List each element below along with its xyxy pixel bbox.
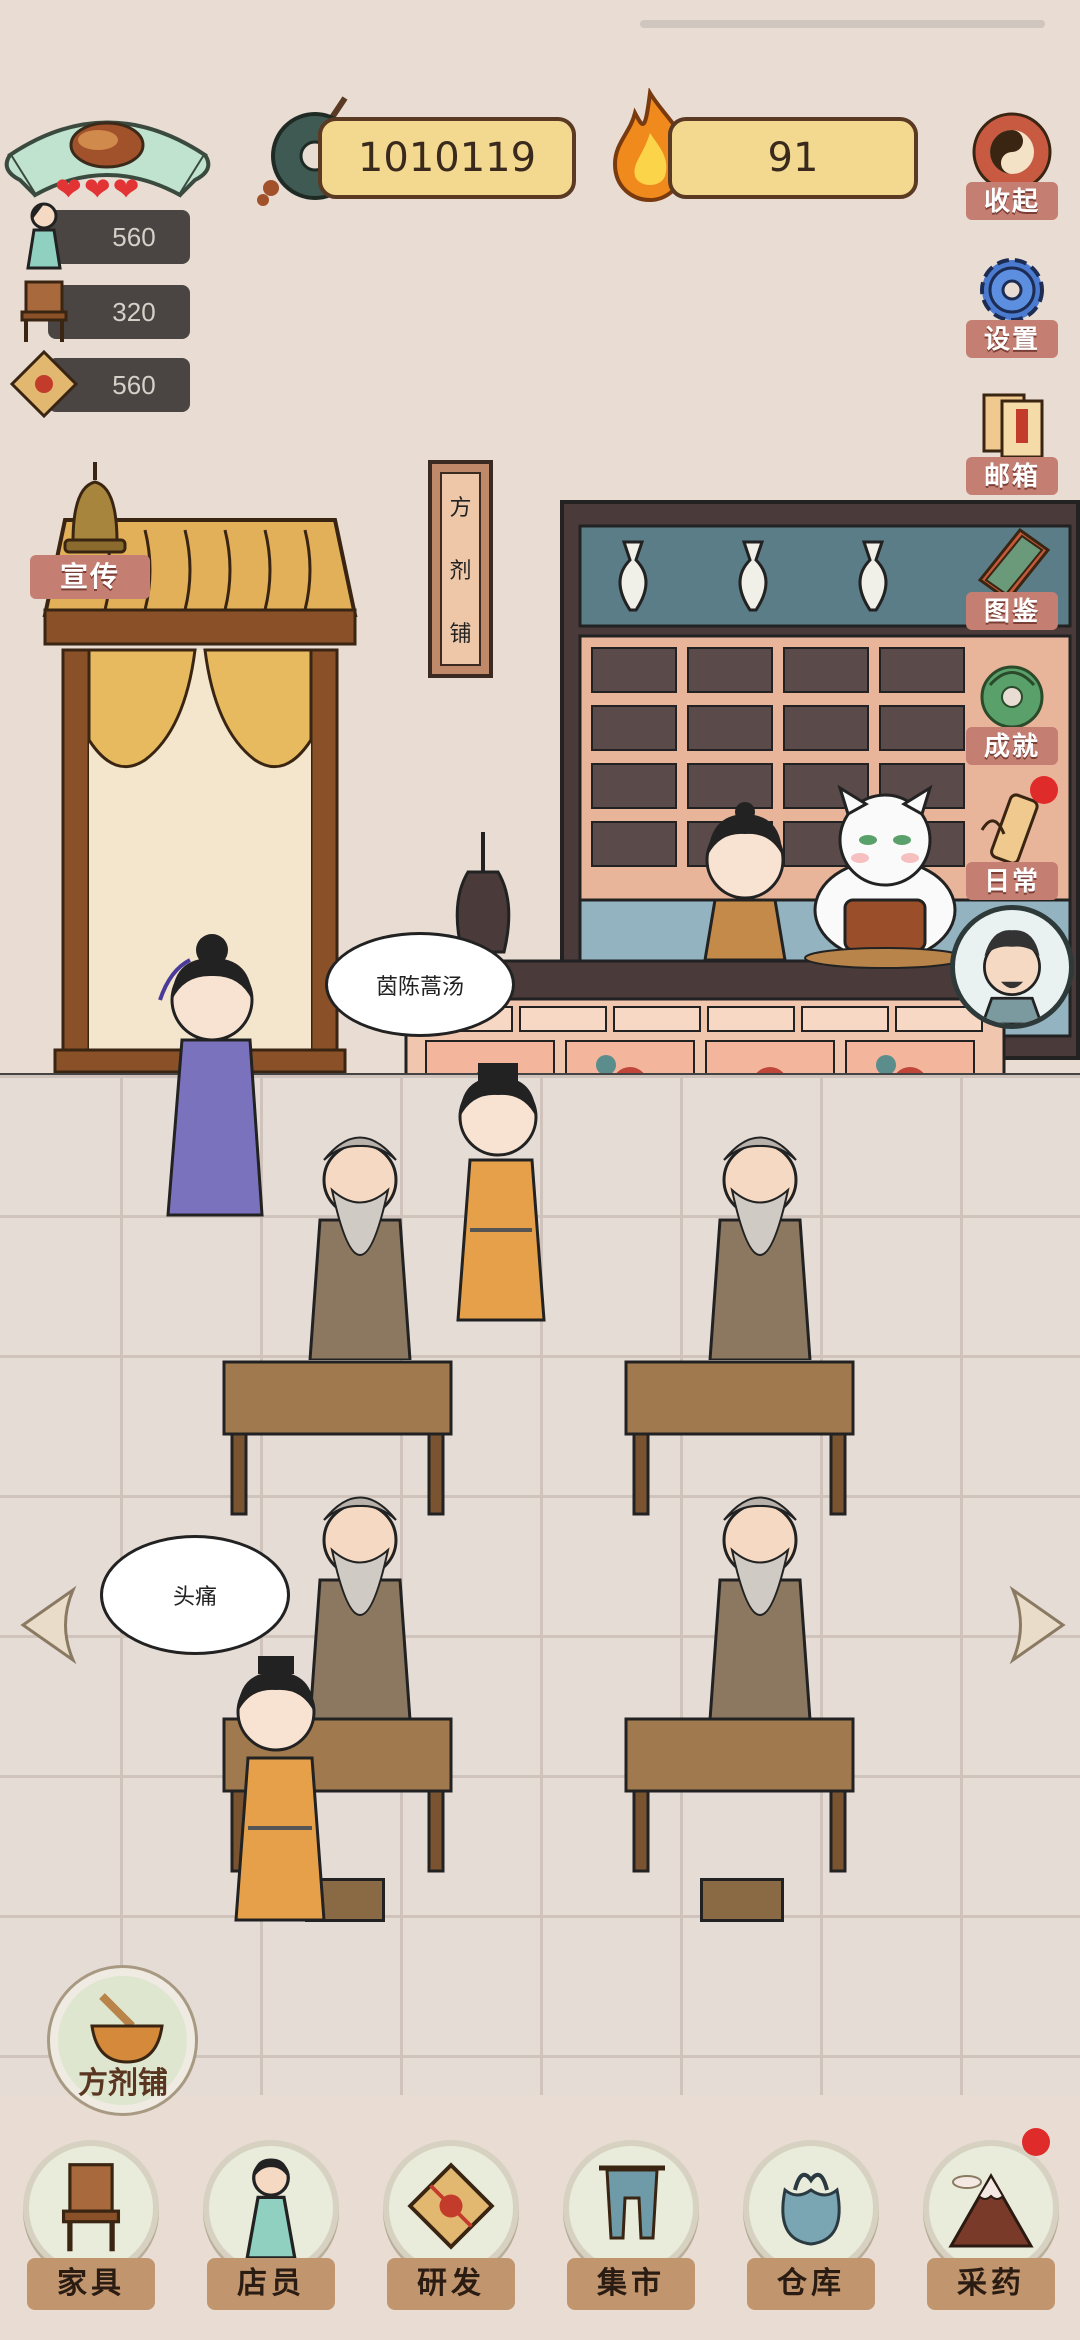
shop-sign-char-3: 铺 xyxy=(449,622,472,648)
package-icon xyxy=(9,349,79,419)
bell-icon[interactable] xyxy=(55,462,135,562)
settings-button[interactable]: 设置 xyxy=(962,248,1062,358)
speech-bubble-counter-text: 茵陈蒿汤 xyxy=(375,974,464,1000)
coin-value: 1010119 xyxy=(357,135,537,181)
coin-counter: 1010119 xyxy=(318,117,576,199)
nav-staff-label: 店员 xyxy=(207,2258,335,2310)
nav-staff[interactable]: 店员 xyxy=(195,2140,345,2340)
arrow-left-icon[interactable] xyxy=(18,1585,78,1665)
speech-bubble-counter: 茵陈蒿汤 xyxy=(325,932,515,1037)
stat-staff-value: 560 xyxy=(112,221,156,252)
stat-research-value: 560 xyxy=(112,369,156,400)
daily-badge xyxy=(1030,776,1058,804)
energy-counter: 91 xyxy=(668,117,918,199)
customer-orange-counter[interactable] xyxy=(440,1055,560,1325)
shop-menu-button[interactable]: 方剂铺 xyxy=(50,1968,195,2113)
stat-furniture-value: 320 xyxy=(112,296,156,327)
chair-icon xyxy=(20,280,68,342)
speech-bubble-waiting-text: 头痛 xyxy=(172,1585,217,1610)
promote-button[interactable]: 宣传 xyxy=(30,555,150,599)
nav-warehouse-label: 仓库 xyxy=(747,2258,875,2310)
catalog-label: 图鉴 xyxy=(966,592,1058,630)
staff-icon xyxy=(245,2158,297,2260)
elder-npc-2[interactable] xyxy=(700,1120,820,1360)
table-4[interactable] xyxy=(622,1715,857,1875)
shop-sign-char-1: 方 xyxy=(449,495,472,521)
nav-warehouse[interactable]: 仓库 xyxy=(735,2140,885,2340)
heart-icon: ❤ xyxy=(112,171,140,207)
elder-npc-1[interactable] xyxy=(300,1120,420,1360)
customer-purple[interactable] xyxy=(150,930,280,1220)
elder-npc-4[interactable] xyxy=(700,1480,820,1720)
customer-orange-waiting[interactable] xyxy=(220,1650,340,1925)
white-cat[interactable] xyxy=(800,780,970,970)
nav-research-label: 研发 xyxy=(387,2258,515,2310)
achievements-label: 成就 xyxy=(966,727,1058,765)
staff-icon xyxy=(26,202,62,270)
shop-sign-char-2: 剂 xyxy=(449,558,472,584)
daily-label: 日常 xyxy=(966,862,1058,900)
achievements-button[interactable]: 成就 xyxy=(962,655,1062,765)
nav-market[interactable]: 集市 xyxy=(555,2140,705,2340)
nav-gather-herbs-label: 采药 xyxy=(927,2258,1055,2310)
heart-icon: ❤ xyxy=(83,171,111,207)
manager-face-icon xyxy=(981,930,1043,1024)
market-icon xyxy=(599,2165,665,2240)
package-icon xyxy=(407,2162,495,2250)
status-bar-indicator xyxy=(640,20,1045,28)
collapse-button[interactable]: 收起 xyxy=(962,110,1062,220)
collapse-label: 收起 xyxy=(966,182,1058,220)
speech-bubble-waiting: 头痛 xyxy=(100,1535,290,1655)
nav-furniture[interactable]: 家具 xyxy=(15,2140,165,2340)
stool-2[interactable] xyxy=(700,1878,784,1922)
shop-sign: 方 剂 铺 xyxy=(428,460,493,678)
mortar-icon xyxy=(90,1993,164,2064)
mountain-icon xyxy=(948,2172,1034,2248)
arrow-right-icon[interactable] xyxy=(1008,1585,1068,1665)
mailbox-label: 邮箱 xyxy=(966,457,1058,495)
nav-gather-herbs-badge xyxy=(1022,2128,1050,2156)
catalog-button[interactable]: 图鉴 xyxy=(962,520,1062,630)
bag-icon xyxy=(781,2172,841,2246)
nav-furniture-label: 家具 xyxy=(27,2258,155,2310)
daily-button[interactable]: 日常 xyxy=(962,790,1062,900)
nav-research[interactable]: 研发 xyxy=(375,2140,525,2340)
energy-value: 91 xyxy=(767,135,819,181)
shopkeeper[interactable] xyxy=(690,800,800,960)
shop-menu-label: 方剂铺 xyxy=(78,2067,168,2100)
nav-gather-herbs[interactable]: 采药 xyxy=(915,2128,1065,2340)
manager-avatar[interactable] xyxy=(950,905,1074,1029)
mailbox-button[interactable]: 邮箱 xyxy=(962,385,1062,495)
chair-icon xyxy=(61,2163,121,2252)
nav-market-label: 集市 xyxy=(567,2258,695,2310)
settings-label: 设置 xyxy=(966,320,1058,358)
